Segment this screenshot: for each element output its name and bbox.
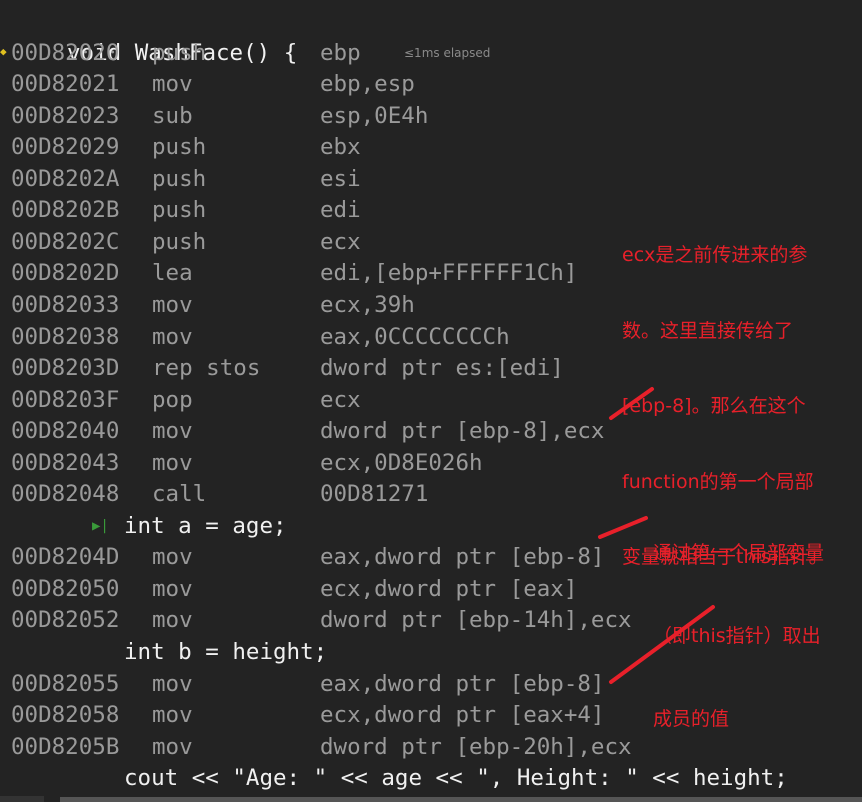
- annotation-arrows: [598, 387, 715, 684]
- annotation-pointer-1: [609, 387, 654, 420]
- horizontal-scrollbar[interactable]: [60, 797, 862, 802]
- annotation-pointer-2: [598, 516, 648, 539]
- annotation-pointer-3: [609, 605, 715, 684]
- scrollbar-corner: [0, 796, 44, 802]
